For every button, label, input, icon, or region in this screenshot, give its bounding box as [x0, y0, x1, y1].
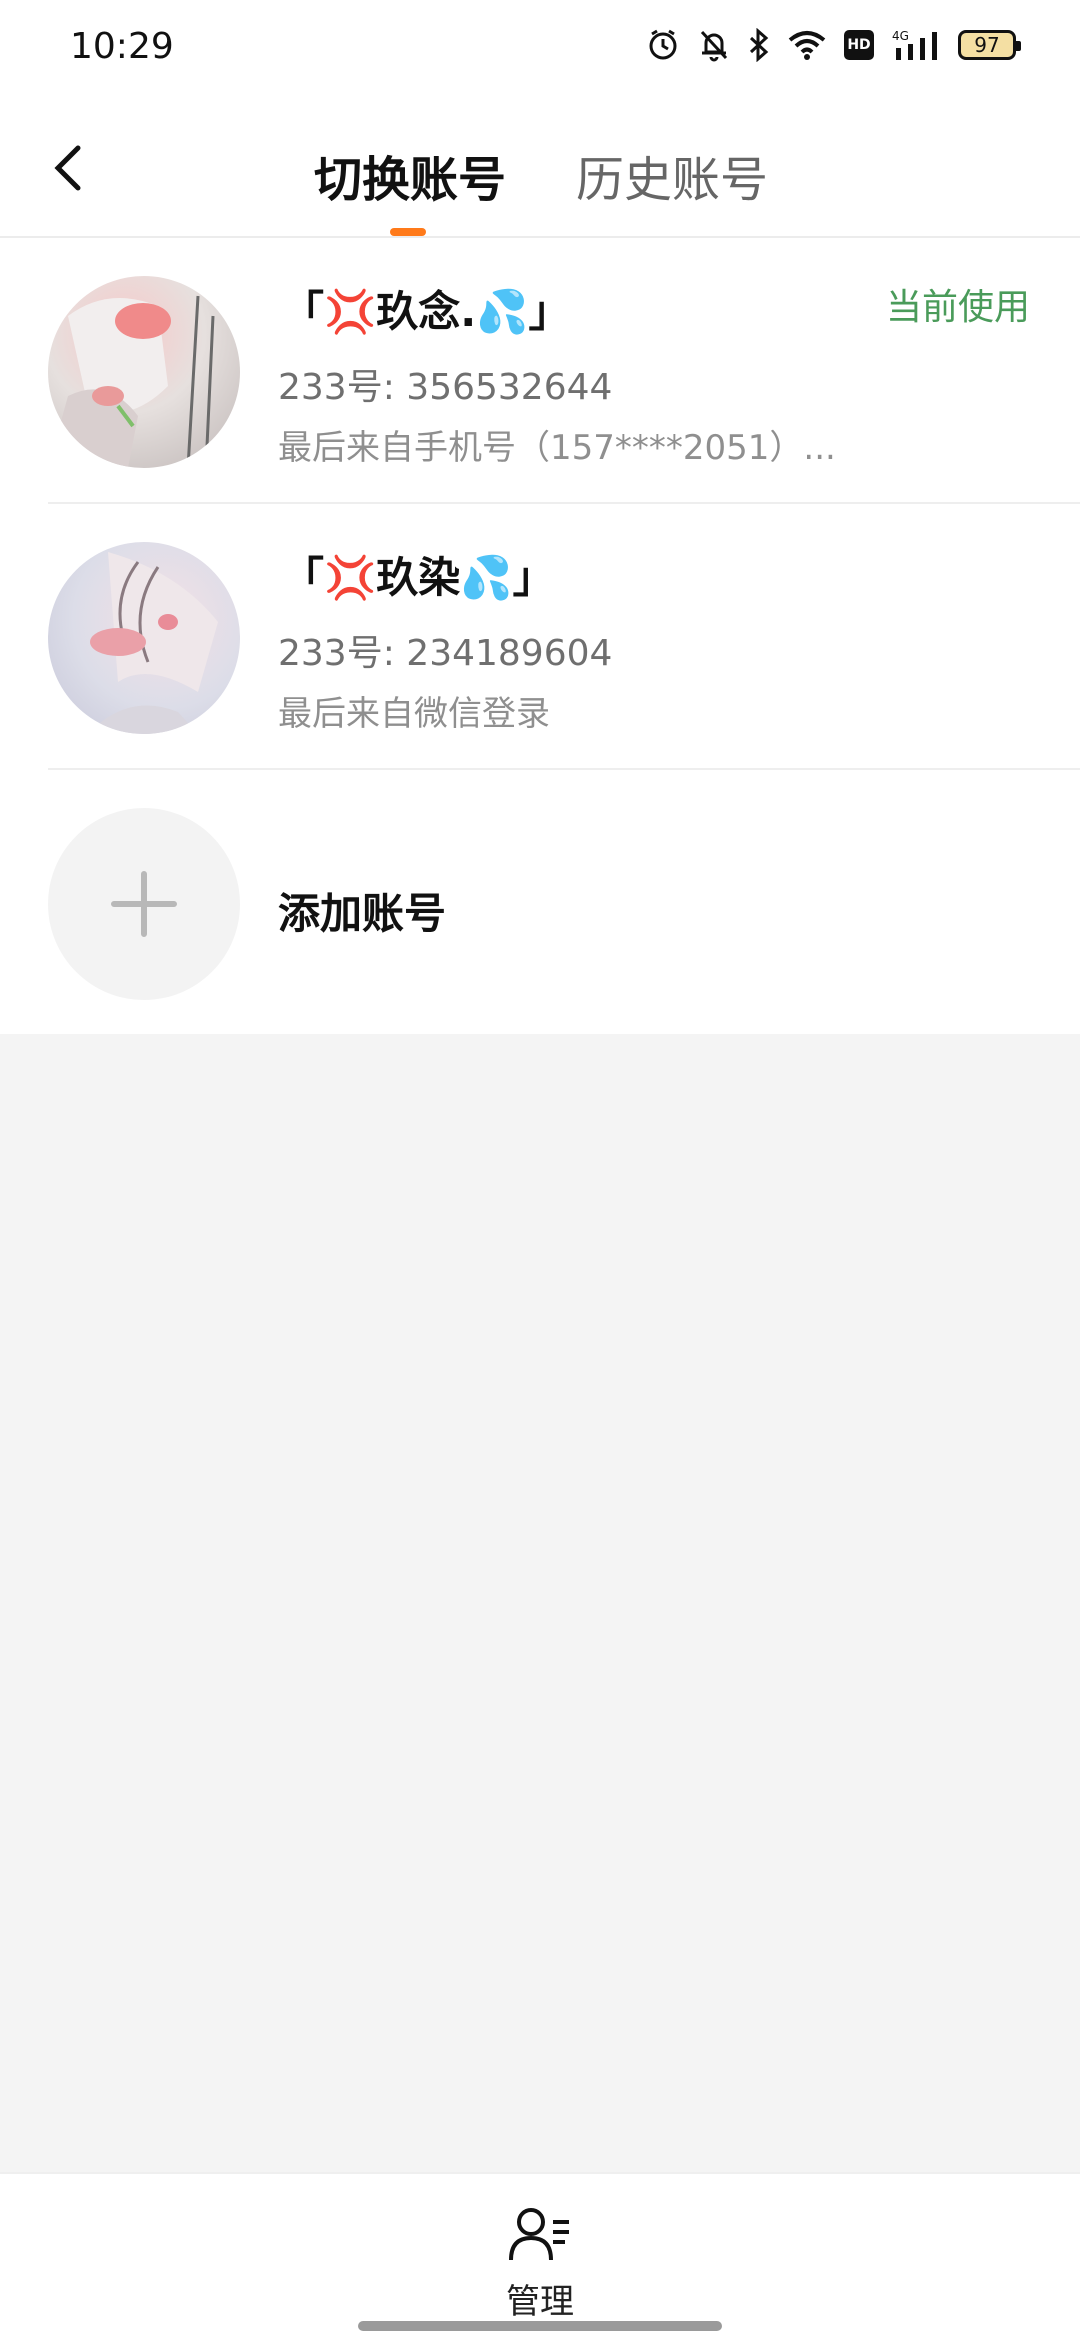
tab-switch-account[interactable]: 切换账号: [314, 140, 506, 210]
signal-4g-icon: 4G: [892, 29, 937, 60]
manage-label: 管理: [506, 2282, 574, 2322]
status-icons: HD 4G 97: [646, 28, 1021, 62]
account-last-login: 最后来自微信登录: [278, 694, 550, 734]
plus-icon: [111, 871, 177, 937]
account-last-login: 最后来自手机号（157****2051）...: [278, 428, 836, 468]
alarm-icon: [649, 29, 677, 60]
bluetooth-icon: [749, 28, 769, 62]
account-row[interactable]: 「💢玖染💦」 233号: 234189604 最后来自微信登录: [0, 504, 1080, 770]
hd-icon: HD: [844, 30, 874, 60]
header: 切换账号 历史账号: [0, 96, 1080, 238]
status-time: 10:29: [70, 26, 174, 67]
add-account-label: 添加账号: [278, 889, 447, 938]
account-id: 233号: 234189604: [278, 633, 613, 674]
bottom-bar: 管理: [0, 2172, 1080, 2340]
add-account-row[interactable]: 添加账号: [0, 770, 1080, 1036]
status-bar: 10:29 HD 4G 97: [0, 0, 1080, 96]
battery-icon: 97: [958, 30, 1021, 60]
account-row[interactable]: 「💢玖念.💦」 当前使用 233号: 356532644 最后来自手机号（157…: [0, 238, 1080, 504]
user-list-icon: [509, 2208, 569, 2261]
tab-indicator: [390, 228, 426, 236]
account-list: 「💢玖念.💦」 当前使用 233号: 356532644 最后来自手机号（157…: [0, 238, 1080, 1034]
bell-off-icon: [700, 30, 728, 62]
account-name: 「💢玖染💦」: [282, 553, 555, 602]
svg-text:4G: 4G: [892, 29, 909, 43]
wifi-icon: [788, 31, 826, 60]
chevron-left-icon: [54, 145, 81, 191]
current-account-badge: 当前使用: [885, 287, 1030, 328]
account-name: 「💢玖念.💦」: [282, 287, 571, 336]
add-account-avatar: [48, 808, 240, 1000]
back-button[interactable]: [46, 140, 94, 196]
account-id: 233号: 356532644: [278, 367, 613, 408]
avatar: [48, 276, 240, 468]
tab-history-account[interactable]: 历史账号: [576, 140, 768, 210]
avatar: [48, 542, 240, 734]
manage-button[interactable]: 管理: [492, 2204, 588, 2334]
home-indicator[interactable]: [358, 2321, 722, 2331]
